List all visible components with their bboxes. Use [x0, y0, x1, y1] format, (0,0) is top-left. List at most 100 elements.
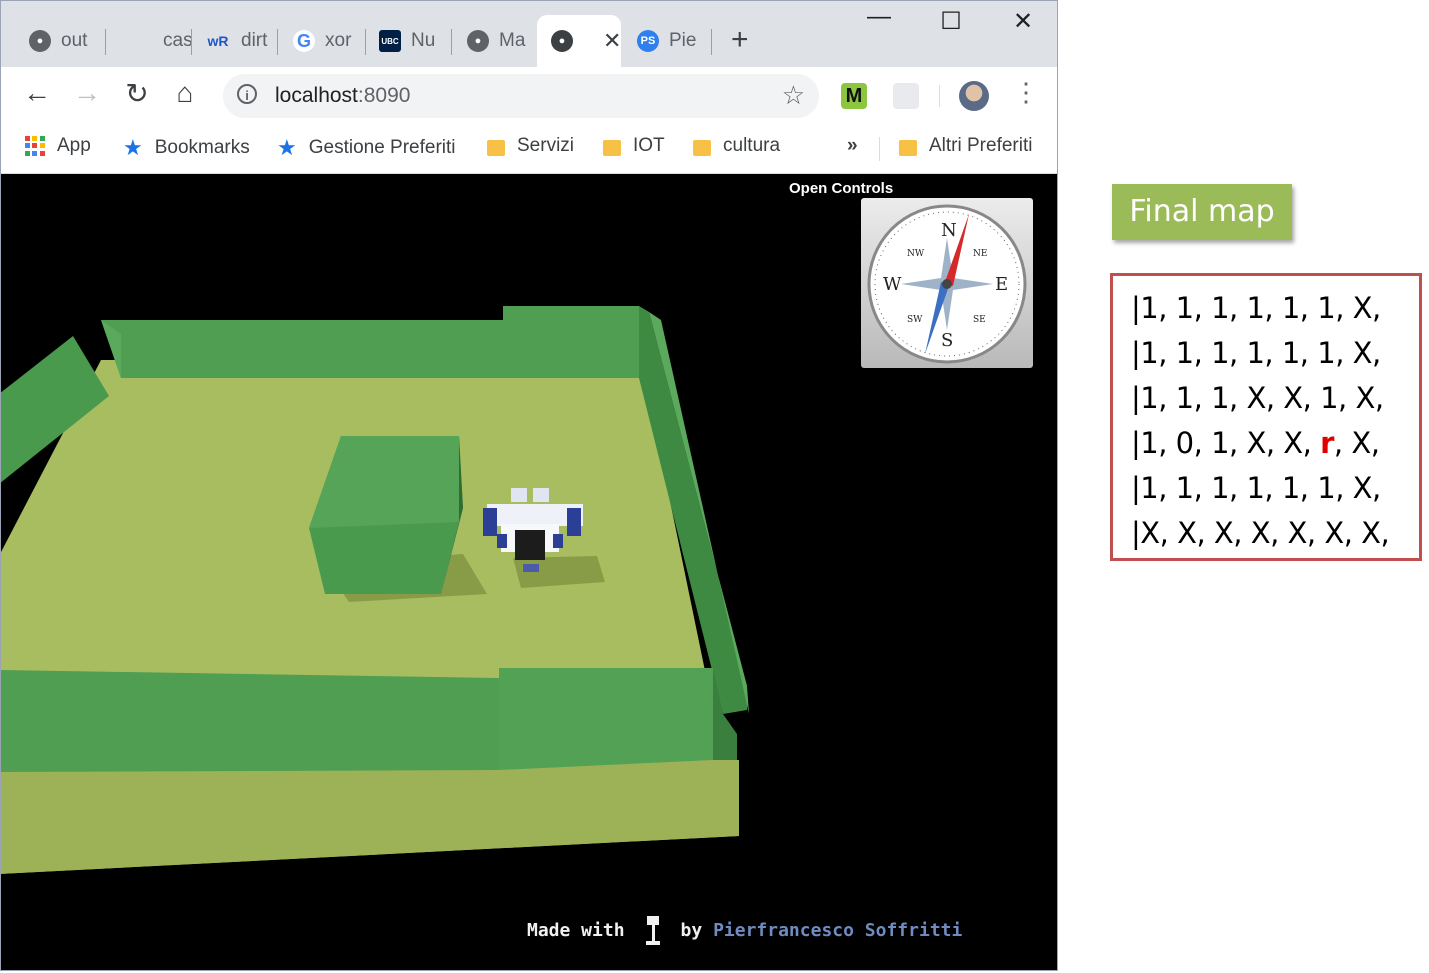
url-port: :8090	[357, 84, 411, 107]
map-cell: 1	[1175, 336, 1194, 370]
open-controls-button[interactable]: Open Controls	[789, 180, 893, 197]
back-button[interactable]: ←	[19, 77, 55, 109]
map-cell: 1	[1140, 291, 1159, 325]
map-row: |1, 1, 1, 1, 1, 1, X,	[1131, 471, 1381, 505]
tab-separator	[277, 29, 278, 55]
globe-icon: ●	[29, 30, 51, 52]
map-cell: 1	[1140, 426, 1159, 460]
map-cell: 1	[1246, 291, 1265, 325]
map-cell: X	[1213, 516, 1234, 550]
map-grid: |1, 1, 1, 1, 1, 1, X, |1, 1, 1, 1, 1, 1,…	[1131, 286, 1419, 556]
tab-7[interactable]: PS Pie	[623, 17, 713, 65]
star-icon: ★	[277, 135, 297, 160]
globe-icon: ●	[467, 30, 489, 52]
map-row: |1, 1, 1, 1, 1, 1, X,	[1131, 336, 1381, 370]
tab-label: xor	[325, 30, 352, 51]
tab-separator	[451, 29, 452, 55]
map-cell: 1	[1140, 381, 1159, 415]
map-row: |1, 0, 1, X, X, r, X,	[1131, 426, 1380, 460]
map-cell: X	[1283, 426, 1303, 460]
bookmark-gestione-preferiti[interactable]: ★ Gestione Preferiti	[277, 135, 456, 161]
tab-6-active[interactable]: ● ✕	[537, 15, 621, 67]
bookmark-iot[interactable]: IOT	[603, 135, 665, 157]
map-cell: X	[1324, 516, 1344, 550]
bookmarks-overflow-button[interactable]: »	[847, 135, 858, 157]
m-extension-icon[interactable]: M	[841, 83, 867, 109]
apps-grid-icon	[25, 136, 45, 156]
url-text: localhost:8090	[275, 84, 410, 108]
map-cell: 1	[1246, 471, 1265, 505]
map-cell: 1	[1211, 381, 1230, 415]
front-wall	[1, 670, 499, 772]
map-row: |1, 1, 1, 1, 1, 1, X,	[1131, 291, 1381, 325]
map-row: |X, X, X, X, X, X, X,	[1131, 516, 1390, 550]
tab-2[interactable]: wR dirt	[191, 17, 275, 65]
tab-0[interactable]: ● out	[15, 17, 107, 65]
credit-line: Made with by Pierfrancesco Soffritti	[527, 916, 962, 946]
info-icon[interactable]: i	[237, 84, 257, 104]
bookmark-label: Servizi	[517, 135, 575, 156]
forward-button[interactable]: →	[69, 77, 105, 109]
map-cell: 1	[1281, 336, 1300, 370]
bookmark-label: App	[57, 135, 91, 156]
extension-icon[interactable]	[893, 83, 919, 109]
bookmark-label: Bookmarks	[154, 137, 250, 158]
profile-avatar[interactable]	[959, 81, 989, 111]
tab-separator	[105, 29, 106, 55]
bookmark-star-icon[interactable]: ☆	[782, 80, 805, 111]
address-bar[interactable]: i localhost:8090 ☆	[223, 74, 819, 118]
map-cell: X	[1352, 291, 1373, 325]
bookmark-cultura[interactable]: cultura	[693, 135, 780, 157]
folder-icon	[603, 140, 621, 156]
tab-5[interactable]: ● Ma	[453, 17, 537, 65]
menu-icon[interactable]: ⋮	[1013, 77, 1039, 108]
tab-separator	[711, 29, 712, 55]
bookmark-altri-preferiti[interactable]: Altri Preferiti	[899, 135, 1032, 157]
tab-1[interactable]: cas	[117, 17, 193, 65]
map-cell: 1	[1140, 336, 1159, 370]
bookmark-label: Altri Preferiti	[929, 135, 1033, 156]
reload-button[interactable]: ↻	[119, 77, 155, 110]
tab-strip: ● out cas wR dirt G xor UBC Nu ● Ma ● ✕ …	[1, 1, 1057, 67]
bookmark-apps[interactable]: App	[25, 135, 91, 157]
map-cell: 1	[1317, 291, 1336, 325]
wr-logo-icon: wR	[207, 33, 229, 49]
star-icon: ★	[123, 135, 143, 160]
tab-label: dirt	[241, 30, 268, 51]
bookmark-bookmarks[interactable]: ★ Bookmarks	[123, 135, 250, 161]
back-wall	[101, 306, 639, 378]
home-button[interactable]: ⌂	[167, 77, 203, 109]
final-map-box: |1, 1, 1, 1, 1, 1, X, |1, 1, 1, 1, 1, 1,…	[1110, 273, 1422, 561]
tab-3[interactable]: G xor	[279, 17, 363, 65]
front-wall-right	[499, 668, 713, 770]
compass-sw: SW	[907, 315, 923, 325]
final-map-label: Final map	[1112, 184, 1292, 240]
tab-4[interactable]: UBC Nu	[365, 17, 449, 65]
google-icon: G	[293, 30, 315, 52]
scene-viewport[interactable]: Open Controls N S E W NE NW SE SW Made w…	[1, 174, 1057, 970]
tab-label: Pie	[669, 30, 697, 51]
globe-icon: ●	[551, 30, 573, 52]
bookmarks-bar: App ★ Bookmarks ★ Gestione Preferiti Ser…	[1, 125, 1057, 174]
ps-avatar-icon: PS	[637, 30, 659, 52]
lamp-icon	[645, 916, 660, 945]
compass-n: N	[941, 220, 957, 241]
by-text: by	[680, 920, 703, 941]
close-window-button[interactable]: ✕	[1003, 7, 1043, 36]
blank-icon	[131, 30, 153, 52]
close-tab-icon[interactable]: ✕	[603, 28, 621, 54]
map-cell: X	[1355, 381, 1375, 415]
url-host: localhost	[275, 84, 358, 107]
minimize-button[interactable]: —	[859, 3, 899, 31]
maximize-button[interactable]: ☐	[931, 7, 971, 36]
new-tab-button[interactable]: +	[731, 23, 749, 57]
made-with-text: Made with	[527, 920, 625, 941]
map-cell: 1	[1281, 291, 1300, 325]
compass-s: S	[941, 330, 953, 351]
tab-label: Ma	[499, 30, 526, 51]
map-cell: 1	[1281, 471, 1300, 505]
bookmark-servizi[interactable]: Servizi	[487, 135, 574, 157]
folder-icon	[899, 140, 917, 156]
map-cell: X	[1287, 516, 1308, 550]
author-link[interactable]: Pierfrancesco Soffritti	[713, 920, 962, 941]
